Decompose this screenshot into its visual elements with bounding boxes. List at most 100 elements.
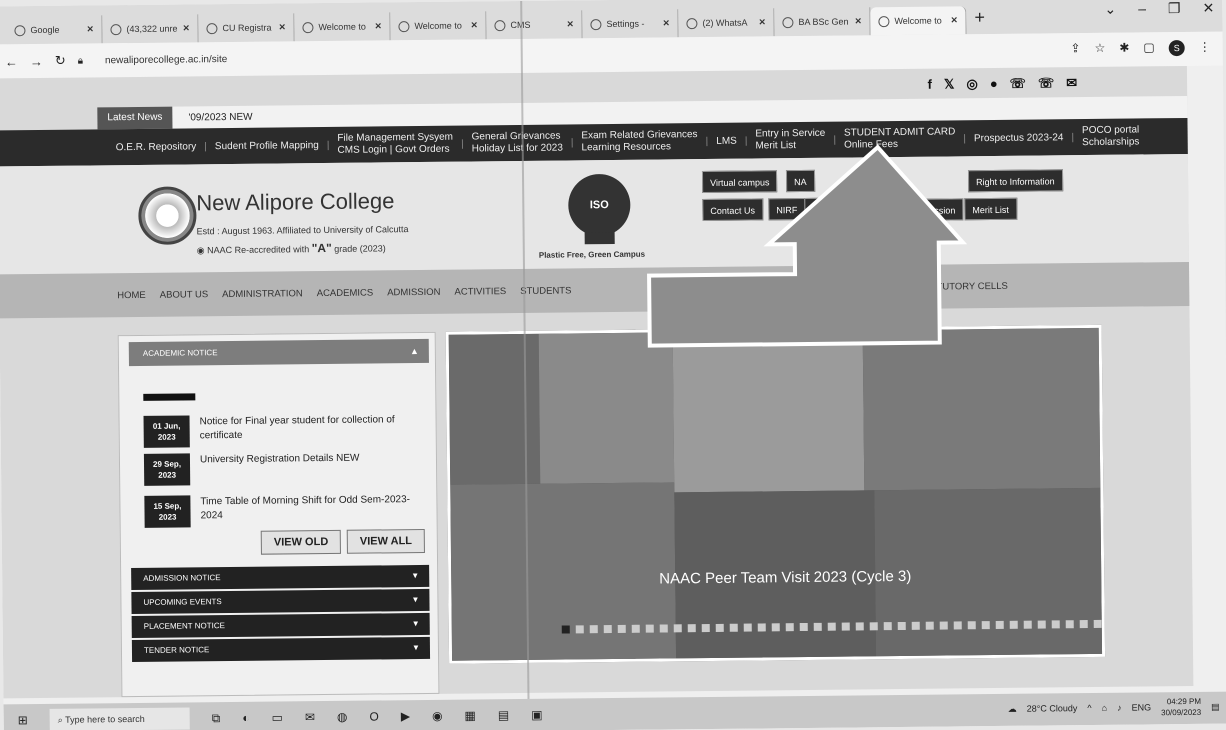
browser-tab[interactable]: CU Registra ×	[198, 13, 295, 43]
slider-dot[interactable]	[841, 622, 850, 631]
slider-dot[interactable]	[869, 622, 878, 631]
link-learning-resources[interactable]: Learning Resources	[581, 141, 697, 154]
notice-text[interactable]: University Registration Details NEW	[200, 451, 410, 467]
twitter-icon[interactable]: 𝕏	[944, 76, 955, 92]
notice-item[interactable]: 01 Jun, 2023 Notice for Final year stude…	[143, 413, 410, 448]
nav-administration[interactable]: ADMINISTRATION	[222, 288, 303, 300]
slider-dot[interactable]	[1051, 620, 1060, 629]
browser-tab[interactable]: Welcome to ×	[294, 12, 391, 42]
link-general-grievances[interactable]: General Grievances	[472, 131, 563, 144]
slider-dot[interactable]	[827, 622, 836, 631]
youtube-icon[interactable]: ▶	[401, 709, 410, 723]
slider-dot[interactable]	[995, 620, 1004, 630]
tab-close-icon[interactable]: ×	[951, 14, 958, 26]
calculator-icon[interactable]: ▦	[464, 708, 475, 722]
cu-button[interactable]: C. U	[804, 197, 839, 220]
close-window-icon[interactable]: ✕	[1202, 0, 1214, 17]
nav-downloads[interactable]: WNLOADS	[857, 281, 905, 293]
lock-icon[interactable]: 🔒︎	[78, 55, 83, 66]
app-icon[interactable]: ▤	[498, 708, 509, 722]
extensions-icon[interactable]: ✱	[1119, 41, 1129, 57]
browser-tab[interactable]: (2) WhatsA ×	[678, 8, 775, 38]
link-holiday-list[interactable]: Holiday List for 2023	[472, 143, 563, 156]
admission-notice-section[interactable]: ADMISSION NOTICE ▼	[131, 564, 430, 591]
file-explorer-icon[interactable]: ▭	[271, 710, 282, 724]
academic-notice-header[interactable]: ACADEMIC NOTICE ▲	[128, 338, 429, 367]
browser-tab[interactable]: Welcome to ×	[390, 11, 487, 41]
notice-item[interactable]: 29 Sep, 2023 University Registration Det…	[143, 451, 410, 486]
slider-dot[interactable]	[1037, 620, 1046, 629]
new-tab-icon[interactable]: +	[974, 7, 985, 28]
volume-icon[interactable]: ♪	[1117, 703, 1122, 713]
instagram-icon[interactable]: ◎	[966, 76, 978, 92]
mail-app-icon[interactable]: ✉	[305, 710, 315, 724]
tab-close-icon[interactable]: ×	[663, 17, 670, 29]
chrome-icon[interactable]: ◉	[432, 709, 443, 723]
opera-icon[interactable]: O	[369, 709, 378, 723]
browser-tab[interactable]: BA BSc Gen ×	[774, 7, 871, 37]
chevron-down-icon[interactable]: ▼	[411, 589, 419, 611]
slider-dot[interactable]	[771, 623, 780, 632]
slider-dot[interactable]	[1079, 620, 1088, 629]
task-view-icon[interactable]: ⧉	[212, 711, 221, 726]
upcoming-events-section[interactable]: UPCOMING EVENTS ▼	[131, 588, 430, 615]
weather-icon[interactable]: ☁	[1008, 703, 1017, 714]
firefox-icon[interactable]: ◍	[337, 710, 348, 724]
photo-slider[interactable]: NAAC Peer Team Visit 2023 (Cycle 3)	[445, 324, 1106, 664]
phone-icon-2[interactable]: ☏	[1038, 75, 1054, 91]
tender-notice-section[interactable]: TENDER NOTICE ▼	[131, 636, 431, 663]
slider-dot[interactable]	[939, 621, 948, 630]
link-prospectus[interactable]: Prospectus 2023-24	[974, 132, 1064, 144]
bookmark-star-icon[interactable]: ☆	[1094, 41, 1105, 57]
link-entry-in-service[interactable]: Entry in Service	[755, 128, 825, 141]
nirf-button[interactable]: NIRF	[768, 197, 806, 221]
maximize-icon[interactable]: ❐	[1168, 0, 1181, 17]
chevron-down-icon[interactable]: ▼	[412, 613, 420, 635]
nav-students[interactable]: STUDENTS	[520, 285, 571, 297]
slider-dot[interactable]	[967, 621, 976, 630]
slider-dot[interactable]	[715, 623, 724, 632]
nav-activities[interactable]: ACTIVITIES	[454, 286, 506, 298]
browser-tab[interactable]: Google ×	[6, 15, 103, 45]
slider-dot[interactable]	[617, 624, 626, 633]
link-lms[interactable]: LMS	[716, 135, 737, 146]
slider-dot[interactable]	[1009, 620, 1018, 629]
link-oer[interactable]: O.E.R. Repository	[116, 141, 197, 153]
slider-dot[interactable]	[729, 623, 738, 632]
nav-about-us[interactable]: ABOUT US	[160, 289, 209, 301]
mail-icon[interactable]: ✉	[1066, 75, 1077, 91]
menu-icon[interactable]: ⋮	[1199, 40, 1211, 56]
rti-button[interactable]: Right to Information	[967, 169, 1063, 193]
placement-notice-section[interactable]: PLACEMENT NOTICE ▼	[131, 612, 430, 639]
windows-start-icon[interactable]: ⊞	[18, 713, 28, 727]
slider-dot[interactable]	[659, 624, 668, 633]
slider-dot[interactable]	[631, 624, 640, 633]
college-logo[interactable]	[138, 186, 197, 245]
collapse-up-icon[interactable]: ▲	[410, 339, 419, 363]
tab-close-icon[interactable]: ×	[471, 19, 478, 31]
link-merit-list[interactable]: Merit List	[755, 140, 825, 153]
slider-dot[interactable]	[981, 621, 990, 630]
merit-list-button[interactable]: Merit List	[964, 197, 1018, 221]
slider-dot[interactable]	[1023, 620, 1032, 629]
chevron-down-icon[interactable]: ▼	[411, 565, 419, 587]
view-old-button[interactable]: VIEW OLD	[260, 529, 342, 555]
slider-dot[interactable]	[911, 621, 920, 630]
share-icon[interactable]: ⇪	[1070, 41, 1080, 57]
link-poco[interactable]: POCO portal	[1082, 124, 1139, 137]
contact-us-button[interactable]: Contact Us	[702, 198, 764, 222]
slider-dot[interactable]	[883, 622, 892, 631]
virtual-campus-button[interactable]: Virtual campus	[701, 170, 778, 194]
slider-dot[interactable]	[813, 622, 822, 631]
link-govt-orders[interactable]: Govt Orders	[395, 144, 450, 156]
slider-dot[interactable]	[687, 624, 696, 633]
network-icon[interactable]: ⌂	[1102, 703, 1108, 713]
browser-tab[interactable]: (43,322 unre ×	[102, 14, 199, 44]
view-all-button[interactable]: VIEW ALL	[346, 528, 426, 554]
tab-close-icon[interactable]: ×	[567, 18, 574, 30]
tab-close-icon[interactable]: ×	[87, 23, 94, 35]
link-cms-login[interactable]: CMS Login	[337, 144, 387, 156]
taskbar-clock[interactable]: 04:29 PM 30/09/2023	[1161, 696, 1201, 718]
slider-dot[interactable]	[589, 625, 598, 634]
back-icon[interactable]: ←	[5, 54, 18, 69]
